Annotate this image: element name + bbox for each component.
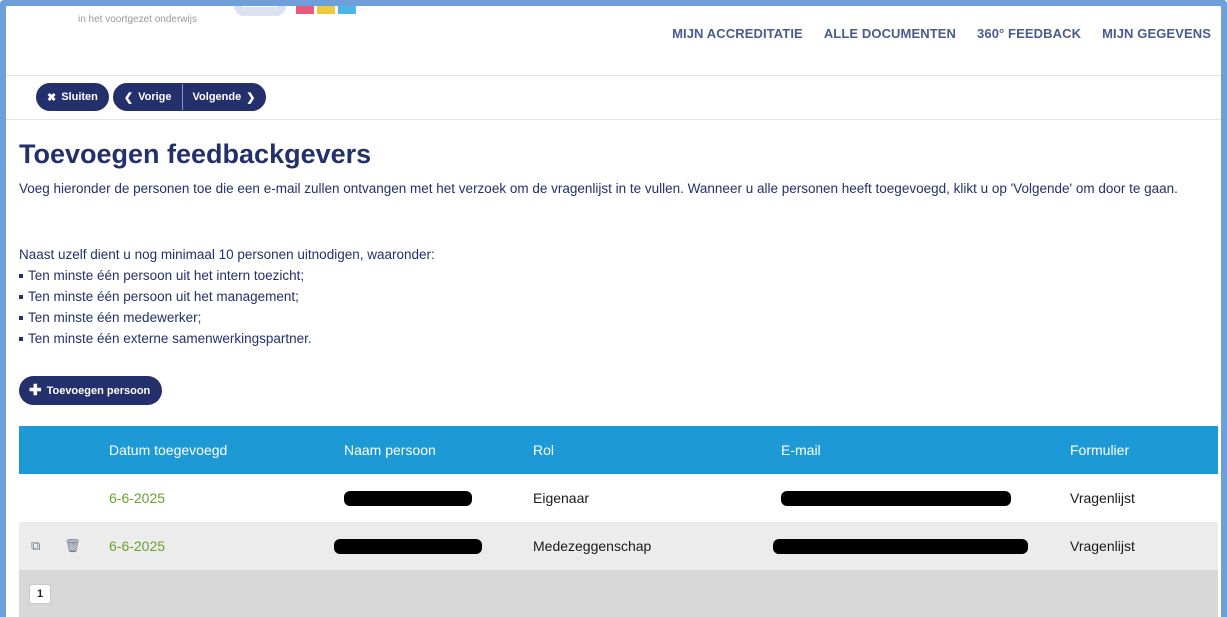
page-intro: Voeg hieronder de personen toe die een e… — [19, 181, 1178, 196]
row-rol: Medezeggenschap — [533, 538, 652, 554]
table-row: 6-6-2025 Eigenaar Vragenlijst — [19, 474, 1218, 522]
close-icon: ✖ — [47, 91, 57, 104]
column-header-email[interactable]: E-mail — [781, 426, 821, 474]
list-item: Ten minste één externe samenwerkingspart… — [19, 328, 435, 349]
previous-button[interactable]: ❮ Vorige — [114, 84, 182, 110]
logo-subtitle: in het voortgezet onderwijs — [78, 14, 197, 25]
next-button-label: Volgende — [192, 91, 242, 103]
bullet-icon — [19, 316, 23, 321]
logo — [234, 6, 286, 16]
logo-color-bars — [296, 6, 356, 14]
bullet-icon — [19, 274, 23, 279]
main-nav: MIJN ACCREDITATIE ALLE DOCUMENTEN 360° F… — [672, 26, 1211, 41]
plus-icon: ✚ — [29, 382, 42, 399]
table-header: Datum toegevoegd Naam persoon Rol E-mail… — [19, 426, 1218, 474]
wizard-toolbar: ✖ Sluiten ❮ Vorige Volgende ❯ — [36, 83, 267, 111]
divider — [6, 119, 1221, 120]
row-actions: ⧉ 🗑 — [31, 522, 81, 570]
site-header: in het voortgezet onderwijs MIJN ACCREDI… — [6, 6, 1221, 76]
column-header-form[interactable]: Formulier — [1070, 426, 1129, 474]
row-date: 6-6-2025 — [109, 490, 166, 506]
copy-icon[interactable]: ⧉ — [31, 538, 40, 554]
row-name-redacted — [344, 474, 472, 522]
row-form: Vragenlijst — [1070, 538, 1135, 554]
list-item: Ten minste één medewerker; — [19, 307, 435, 328]
page-title: Toevoegen feedbackgevers — [19, 139, 372, 169]
page-button-1[interactable]: 1 — [29, 584, 51, 604]
chevron-right-icon: ❯ — [246, 91, 256, 104]
requirements-list: Ten minste één persoon uit het intern to… — [19, 265, 435, 349]
row-date: 6-6-2025 — [109, 538, 166, 554]
list-item: Ten minste één persoon uit het managemen… — [19, 286, 435, 307]
bullet-icon — [19, 295, 23, 300]
column-header-name[interactable]: Naam persoon — [344, 426, 436, 474]
table-pagination: 1 — [19, 570, 1218, 617]
column-header-date[interactable]: Datum toegevoegd — [109, 426, 227, 474]
nav-360-feedback[interactable]: 360° FEEDBACK — [977, 26, 1081, 41]
next-button[interactable]: Volgende ❯ — [181, 84, 266, 110]
add-person-label: Toevoegen persoon — [46, 384, 151, 397]
nav-mijn-accreditatie[interactable]: MIJN ACCREDITATIE — [672, 26, 803, 41]
nav-mijn-gegevens[interactable]: MIJN GEGEVENS — [1102, 26, 1211, 41]
prev-next-group: ❮ Vorige Volgende ❯ — [112, 83, 267, 111]
add-person-button[interactable]: ✚ Toevoegen persoon — [19, 376, 163, 405]
table-row: ⧉ 🗑 6-6-2025 Medezeggenschap Vragenlijst — [19, 522, 1218, 570]
close-button-label: Sluiten — [61, 91, 98, 103]
nav-alle-documenten[interactable]: ALLE DOCUMENTEN — [824, 26, 956, 41]
close-button[interactable]: ✖ Sluiten — [36, 83, 109, 111]
chevron-left-icon: ❮ — [123, 91, 134, 104]
app-window: in het voortgezet onderwijs MIJN ACCREDI… — [0, 0, 1227, 617]
trash-icon[interactable]: 🗑 — [64, 538, 81, 554]
row-name-redacted — [334, 522, 482, 570]
row-form: Vragenlijst — [1070, 490, 1135, 506]
bullet-icon — [19, 337, 23, 342]
feedback-givers-table: Datum toegevoegd Naam persoon Rol E-mail… — [19, 426, 1218, 617]
requirements-intro: Naast uzelf dient u nog minimaal 10 pers… — [19, 247, 435, 262]
list-item: Ten minste één persoon uit het intern to… — [19, 265, 435, 286]
column-header-rol[interactable]: Rol — [533, 426, 554, 474]
row-email-redacted — [773, 522, 1028, 570]
row-email-redacted — [781, 474, 1011, 522]
requirements-block: Naast uzelf dient u nog minimaal 10 pers… — [19, 244, 435, 349]
row-rol: Eigenaar — [533, 490, 590, 506]
previous-button-label: Vorige — [138, 91, 172, 103]
